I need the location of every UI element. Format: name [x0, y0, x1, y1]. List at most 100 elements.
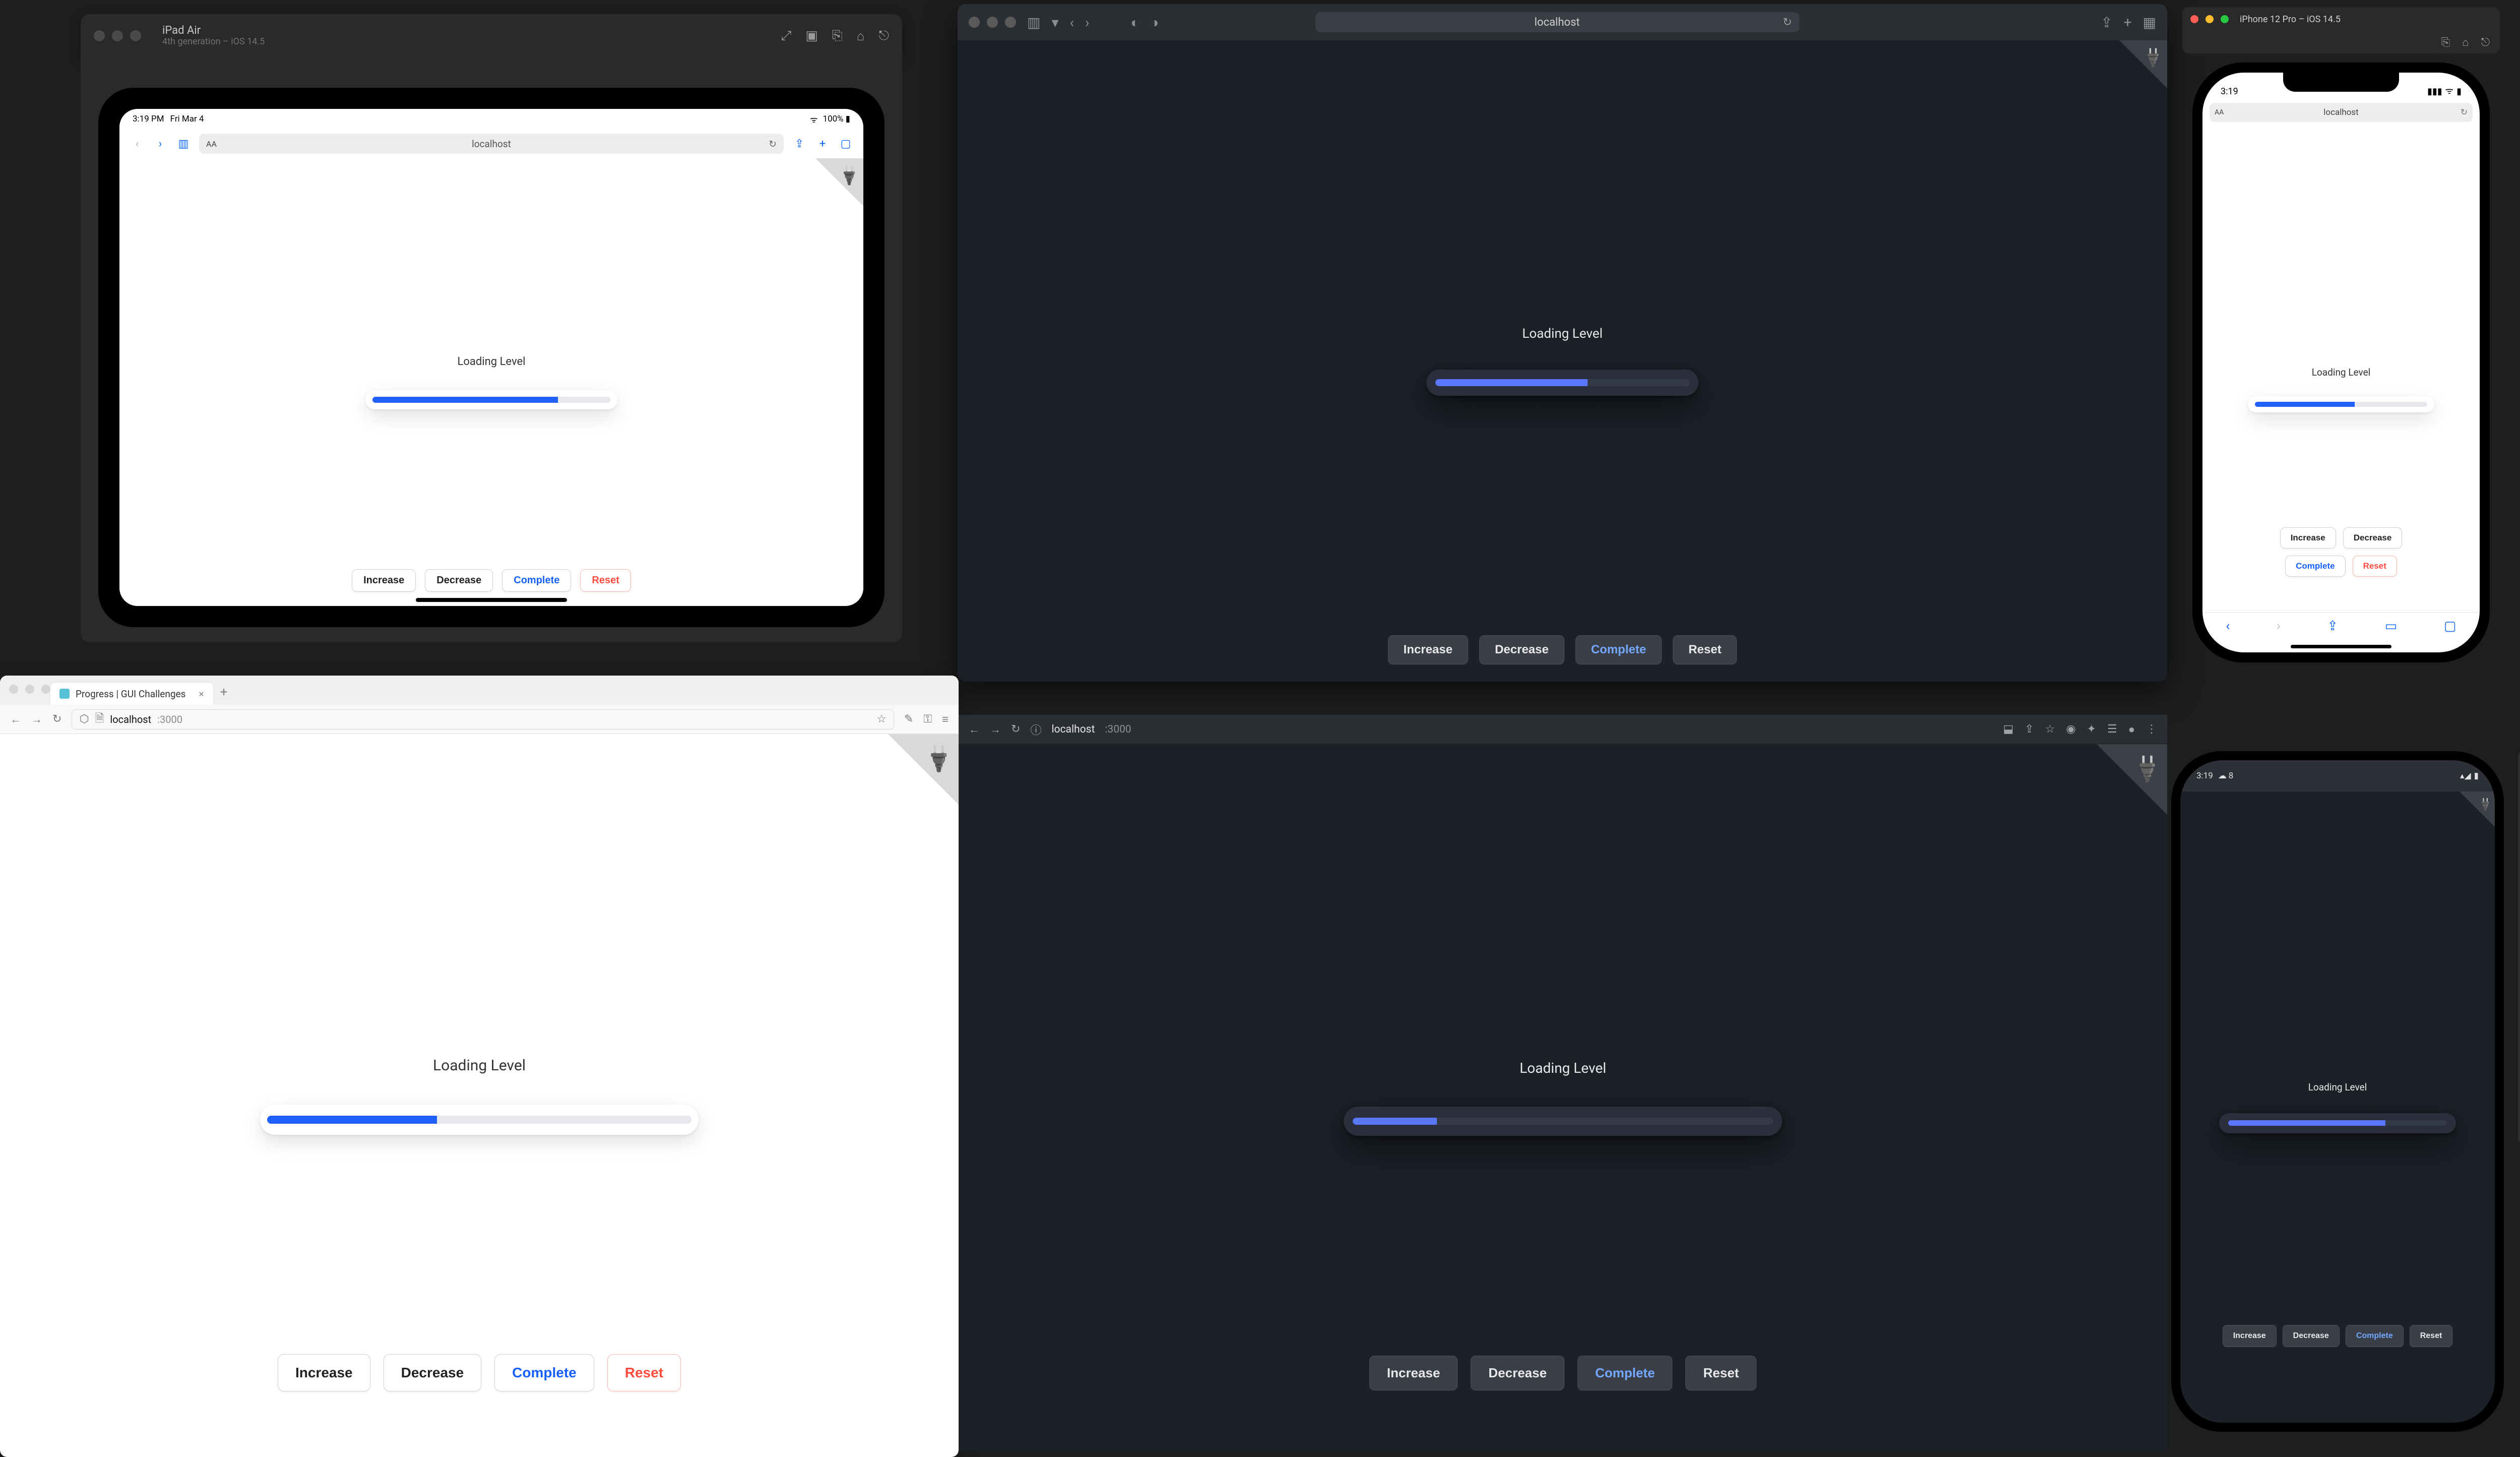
home-indicator[interactable]	[416, 598, 567, 602]
ipad-titlebar[interactable]: iPad Air 4th generation – iOS 14.5 ⤢ ▣ ⎘…	[81, 14, 902, 57]
close-icon[interactable]	[2190, 15, 2198, 23]
back-icon[interactable]: ←	[969, 723, 980, 736]
text-size-icon[interactable]: AA	[206, 139, 217, 149]
sidebar-icon[interactable]: ▥	[1027, 14, 1040, 31]
increase-button[interactable]: Increase	[278, 1354, 370, 1391]
minimize-icon[interactable]	[25, 685, 34, 694]
reset-button[interactable]: Reset	[2410, 1325, 2453, 1347]
url-field[interactable]: ⬡ 🗎 localhost:3000 ☆	[72, 709, 894, 730]
close-tab-icon[interactable]: ×	[199, 688, 204, 700]
pointer-icon[interactable]: ⤢	[781, 28, 792, 44]
extension-icon[interactable]: ◉	[2066, 723, 2075, 736]
reset-button[interactable]: Reset	[607, 1354, 681, 1391]
bookmark-icon[interactable]: ☆	[2045, 723, 2055, 736]
decrease-button[interactable]: Decrease	[425, 569, 493, 592]
menu-icon[interactable]: ⋮	[2146, 723, 2157, 736]
complete-button[interactable]: Complete	[1576, 635, 1662, 664]
url-field[interactable]: AA localhost ↻	[2210, 103, 2473, 122]
close-icon[interactable]	[9, 685, 18, 694]
devtools-corner[interactable]: 🔌	[815, 158, 863, 206]
minimize-icon[interactable]	[112, 30, 123, 41]
extensions-icon[interactable]: ✦	[2087, 723, 2096, 736]
close-icon[interactable]	[94, 30, 105, 41]
reading-icon[interactable]: ☰	[2107, 723, 2117, 736]
increase-button[interactable]: Increase	[1388, 635, 1468, 664]
traffic-lights[interactable]	[9, 685, 50, 694]
back-icon[interactable]: ‹	[1070, 14, 1074, 31]
forward-icon[interactable]: →	[31, 713, 42, 726]
record-icon[interactable]: ⎘	[832, 28, 843, 44]
complete-button[interactable]: Complete	[2285, 556, 2345, 577]
reload-icon[interactable]: ↻	[1011, 723, 1020, 736]
share-icon[interactable]: ⇪	[2025, 723, 2034, 736]
new-tab-icon[interactable]: +	[2124, 14, 2132, 31]
traffic-lights[interactable]	[2190, 15, 2229, 23]
shield-icon[interactable]: ◐	[1130, 14, 1139, 31]
shield-icon[interactable]: ⬡	[79, 713, 89, 725]
bookmark-icon[interactable]: ☆	[876, 713, 887, 725]
reset-button[interactable]: Reset	[580, 569, 631, 592]
bookmarks-icon[interactable]: ▭	[2385, 619, 2398, 634]
reset-button[interactable]: Reset	[1685, 1356, 1756, 1390]
reload-icon[interactable]: ↻	[52, 713, 61, 725]
decrease-button[interactable]: Decrease	[1479, 635, 1564, 664]
maximize-icon[interactable]	[130, 30, 141, 41]
forward-icon[interactable]: ›	[1085, 14, 1089, 31]
extension-icon[interactable]: ✎	[904, 713, 913, 725]
back-icon[interactable]: ‹	[130, 138, 145, 150]
traffic-lights[interactable]	[94, 30, 141, 41]
appearance-icon[interactable]: ◑	[1150, 14, 1159, 31]
home-icon[interactable]: ⌂	[2462, 36, 2469, 49]
new-tab-icon[interactable]: +	[815, 138, 830, 150]
complete-button[interactable]: Complete	[494, 1354, 594, 1391]
menu-icon[interactable]: ≡	[942, 713, 949, 726]
complete-button[interactable]: Complete	[2346, 1325, 2404, 1347]
url-host[interactable]: localhost	[1051, 723, 1095, 736]
url-field[interactable]: AA localhost ↻	[199, 134, 784, 154]
home-indicator[interactable]	[2291, 645, 2391, 648]
home-icon[interactable]: ⌂	[857, 28, 865, 44]
tabs-icon[interactable]: ▦	[2143, 14, 2156, 31]
profile-icon[interactable]: ●	[2128, 723, 2135, 736]
reset-button[interactable]: Reset	[2353, 556, 2397, 577]
iphone-titlebar[interactable]: iPhone 12 Pro – iOS 14.5	[2182, 7, 2500, 31]
traffic-lights[interactable]	[969, 17, 1016, 28]
complete-button[interactable]: Complete	[1578, 1356, 1672, 1390]
reload-icon[interactable]: ↻	[769, 138, 777, 150]
screenshot-icon[interactable]: ⎘	[2441, 36, 2450, 49]
reload-icon[interactable]: ↻	[1783, 16, 1792, 29]
increase-button[interactable]: Increase	[352, 569, 416, 592]
rotate-icon[interactable]: ⎋	[2481, 36, 2490, 49]
lock-icon[interactable]: 🗎	[95, 710, 104, 729]
close-icon[interactable]	[969, 17, 980, 28]
tabs-icon[interactable]: ▢	[2444, 619, 2456, 634]
text-size-icon[interactable]: AA	[2215, 108, 2224, 116]
decrease-button[interactable]: Decrease	[1471, 1356, 1564, 1390]
forward-icon[interactable]: ›	[153, 138, 168, 150]
increase-button[interactable]: Increase	[2223, 1325, 2277, 1347]
url-field[interactable]: localhost ↻	[1315, 12, 1799, 32]
maximize-icon[interactable]	[41, 685, 50, 694]
sidebar-icon[interactable]: ▥	[176, 138, 191, 150]
devtools-corner[interactable]: 🔌	[2119, 40, 2167, 88]
decrease-button[interactable]: Decrease	[2343, 527, 2403, 549]
dropdown-icon[interactable]: ▾	[1051, 14, 1058, 31]
minimize-icon[interactable]	[987, 17, 998, 28]
minimize-icon[interactable]	[2206, 15, 2214, 23]
tabs-icon[interactable]: ▢	[838, 138, 853, 150]
maximize-icon[interactable]	[1005, 17, 1016, 28]
extension-icon[interactable]: ⚿	[923, 713, 932, 725]
devtools-corner[interactable]: 🔌	[888, 734, 959, 805]
rotate-icon[interactable]: ⎋	[878, 28, 889, 44]
maximize-icon[interactable]	[2221, 15, 2229, 23]
reset-button[interactable]: Reset	[1673, 635, 1737, 664]
install-icon[interactable]: ⬓	[2003, 723, 2013, 736]
forward-icon[interactable]: →	[990, 723, 1001, 736]
new-tab-icon[interactable]: +	[220, 685, 228, 700]
share-icon[interactable]: ⇪	[2327, 619, 2338, 634]
safari-titlebar[interactable]: ▥ ▾ ‹ › ◐ ◑ localhost ↻ ⇪ + ▦	[958, 4, 2167, 40]
share-icon[interactable]: ⇪	[792, 138, 807, 150]
back-icon[interactable]: ‹	[2226, 619, 2230, 634]
back-icon[interactable]: ←	[10, 713, 21, 726]
decrease-button[interactable]: Decrease	[2283, 1325, 2340, 1347]
